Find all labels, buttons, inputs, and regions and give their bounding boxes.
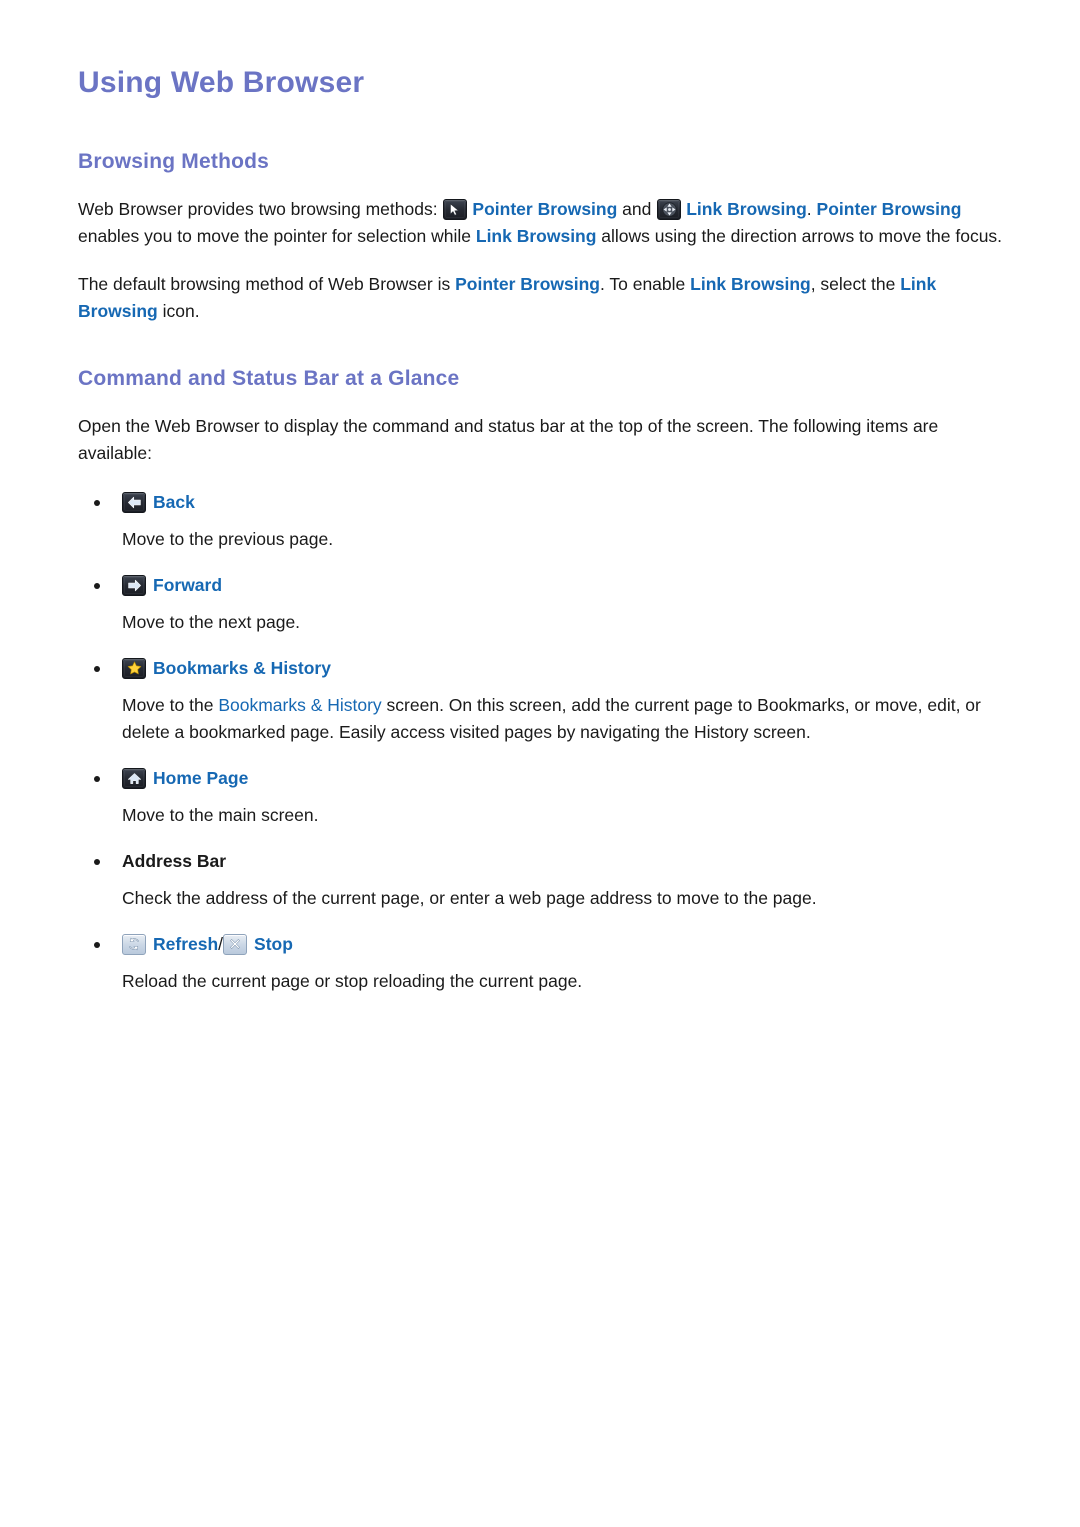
text-run-pointer-browsing-2: Pointer Browsing bbox=[816, 199, 962, 219]
command-item-back: Back bbox=[78, 489, 1008, 515]
document-content: Using Web Browser Browsing Methods Web B… bbox=[78, 64, 1008, 995]
text-run-bookmarks-history: Bookmarks & History bbox=[218, 695, 382, 715]
text-run: Web Browser provides two browsing method… bbox=[78, 199, 443, 219]
command-item-home-page: Home Page bbox=[78, 765, 1008, 791]
list-item: Bookmarks & History Move to the Bookmark… bbox=[78, 655, 1008, 746]
text-run: Move to the next page. bbox=[122, 612, 301, 632]
home-icon bbox=[122, 767, 146, 789]
document-page: Using Web Browser Browsing Methods Web B… bbox=[0, 0, 1080, 1527]
command-item-description: Check the address of the current page, o… bbox=[78, 885, 1008, 912]
list-item: Home Page Move to the main screen. bbox=[78, 765, 1008, 829]
section-heading-browsing-methods: Browsing Methods bbox=[78, 150, 270, 173]
pointer-cursor-icon bbox=[443, 199, 468, 220]
text-run-pointer-browsing-3: Pointer Browsing bbox=[455, 274, 600, 294]
text-run: icon. bbox=[157, 301, 200, 321]
close-x-icon bbox=[223, 933, 248, 955]
text-run: . To enable bbox=[599, 274, 691, 294]
text-run: and bbox=[617, 199, 657, 219]
command-item-refresh-stop: Refresh / Stop bbox=[78, 931, 1008, 957]
command-item-label: Home Page bbox=[153, 768, 249, 788]
text-run: Reload the current page or stop reloadin… bbox=[122, 971, 583, 991]
text-run-pointer-browsing: Pointer Browsing bbox=[472, 199, 618, 219]
bullet-icon bbox=[94, 859, 100, 865]
command-item-forward: Forward bbox=[78, 572, 1008, 598]
command-item-label-stop: Stop bbox=[254, 934, 293, 954]
refresh-icon bbox=[122, 933, 146, 955]
command-item-label-refresh: Refresh bbox=[153, 934, 219, 954]
command-item-description: Move to the Bookmarks & History screen. … bbox=[78, 692, 1008, 746]
page-title: Using Web Browser bbox=[78, 66, 365, 99]
command-item-description: Reload the current page or stop reloadin… bbox=[78, 968, 1008, 995]
command-item-bookmarks-history: Bookmarks & History bbox=[78, 655, 1008, 681]
bullet-icon bbox=[94, 942, 100, 948]
text-run-link-browsing: Link Browsing bbox=[686, 199, 807, 219]
command-item-description: Move to the next page. bbox=[78, 609, 1008, 636]
bullet-icon bbox=[94, 666, 100, 672]
text-run: The default browsing method of Web Brows… bbox=[78, 274, 456, 294]
text-run: enables you to move the pointer for sele… bbox=[78, 226, 476, 246]
bullet-icon bbox=[94, 583, 100, 589]
text-run: , select the bbox=[810, 274, 901, 294]
command-item-address-bar: Address Bar bbox=[78, 848, 1008, 874]
list-item: Address Bar Check the address of the cur… bbox=[78, 848, 1008, 912]
arrow-right-icon bbox=[122, 574, 146, 596]
text-run: allows using the direction arrows to mov… bbox=[596, 226, 1003, 246]
arrow-left-icon bbox=[122, 491, 146, 513]
command-item-label: Forward bbox=[153, 575, 223, 595]
bullet-icon bbox=[94, 776, 100, 782]
command-item-label: Back bbox=[153, 492, 195, 512]
text-run: . bbox=[806, 199, 817, 219]
text-run: Check the address of the current page, o… bbox=[122, 888, 817, 908]
paragraph-command-bar-intro: Open the Web Browser to display the comm… bbox=[78, 416, 939, 463]
list-item: Back Move to the previous page. bbox=[78, 489, 1008, 553]
bullet-icon bbox=[94, 500, 100, 506]
command-item-description: Move to the main screen. bbox=[78, 802, 1008, 829]
text-run: Move to the bbox=[122, 695, 219, 715]
command-items-list: Back Move to the previous page. Forward … bbox=[78, 489, 1008, 995]
star-icon bbox=[122, 657, 146, 679]
paragraph-browsing-methods-2: The default browsing method of Web Brows… bbox=[78, 271, 1008, 325]
list-item: Forward Move to the next page. bbox=[78, 572, 1008, 636]
section-heading-command-and-status-bar: Command and Status Bar at a Glance bbox=[78, 367, 460, 390]
text-run: Move to the previous page. bbox=[122, 529, 334, 549]
command-item-label: Address Bar bbox=[122, 851, 227, 871]
command-item-description: Move to the previous page. bbox=[78, 526, 1008, 553]
four-direction-arrows-icon bbox=[657, 199, 682, 220]
list-item: Refresh / Stop Reload the current page o… bbox=[78, 931, 1008, 995]
text-run-link-browsing-3: Link Browsing bbox=[690, 274, 811, 294]
text-run-link-browsing-2: Link Browsing bbox=[475, 226, 597, 246]
text-run: Move to the main screen. bbox=[122, 805, 319, 825]
command-item-label: Bookmarks & History bbox=[153, 658, 331, 678]
paragraph-browsing-methods-1: Web Browser provides two browsing method… bbox=[78, 196, 1008, 250]
